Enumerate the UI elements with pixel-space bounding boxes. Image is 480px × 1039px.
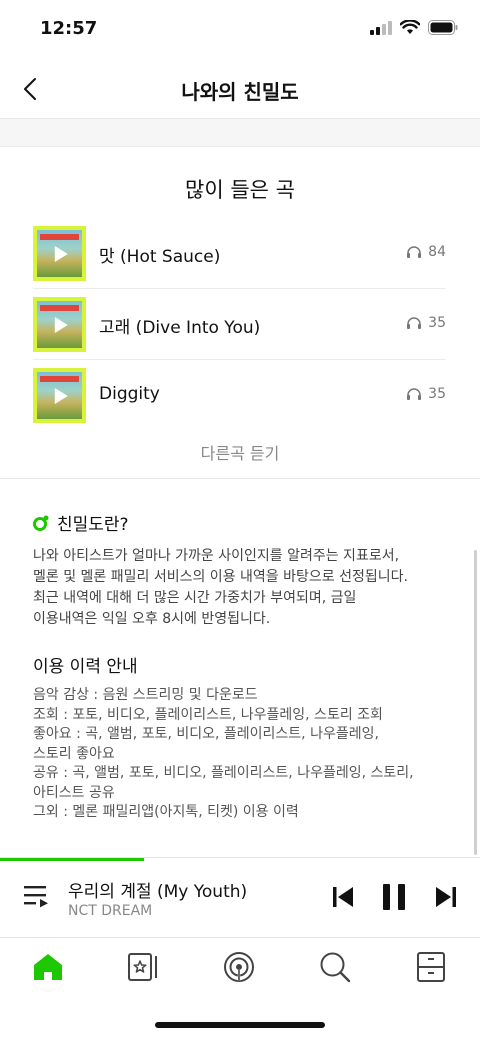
tab-drawer[interactable] [414, 950, 448, 984]
album-art[interactable] [33, 226, 86, 281]
status-bar: 12:57 [0, 0, 480, 60]
play-icon [54, 387, 68, 404]
play-count-value: 35 [428, 315, 446, 331]
nav-header: 나와의 친밀도 [0, 60, 480, 119]
album-art[interactable] [33, 368, 86, 423]
info-line: 멜론 및 멜론 패밀리 서비스의 이용 내역을 바탕으로 선정됩니다. [33, 569, 408, 585]
scrollbar[interactable] [474, 550, 477, 855]
divider [0, 478, 480, 479]
history-line: 조회 : 포토, 비디오, 플레이리스트, 나우플레잉, 스토리 조회 [33, 706, 383, 723]
now-playing-title[interactable]: 우리의 계절 (My Youth) [68, 877, 247, 902]
history-line: 그외 : 멜론 패밀리앱(아지톡, 티켓) 이용 이력 [33, 804, 299, 820]
home-indicator [155, 1022, 325, 1028]
more-songs-link[interactable]: 다른곡 듣기 [0, 440, 480, 464]
play-count: 35 [406, 315, 446, 331]
cellular-signal-icon [370, 20, 392, 35]
playlist-icon [24, 886, 48, 908]
play-count-value: 35 [428, 386, 446, 402]
usage-history-title: 이용 이력 안내 [33, 657, 138, 677]
song-title[interactable]: 고래 (Dive Into You) [99, 313, 260, 338]
play-count: 35 [406, 386, 446, 402]
intimacy-info-title-text: 친밀도란? [57, 515, 129, 535]
tab-podcast[interactable] [222, 950, 256, 984]
player-progress-bar[interactable] [0, 858, 144, 861]
now-playing-artist[interactable]: NCT DREAM [68, 903, 152, 919]
headphones-icon [407, 317, 422, 329]
play-count: 84 [406, 244, 446, 260]
song-title[interactable]: 맛 (Hot Sauce) [99, 242, 220, 267]
song-row[interactable]: 맛 (Hot Sauce) 84 [33, 218, 446, 289]
song-title[interactable]: Diggity [99, 384, 160, 404]
pause-icon [383, 884, 405, 910]
history-line: 음악 감상 : 음원 스트리밍 및 다운로드 [33, 687, 258, 703]
status-icons [370, 20, 458, 35]
intimacy-info-title: 친밀도란? [33, 510, 129, 535]
play-count-value: 84 [428, 244, 446, 260]
headphones-icon [407, 246, 422, 258]
album-art[interactable] [33, 297, 86, 352]
history-line: 아티스트 공유 [33, 784, 115, 801]
tab-bar [0, 937, 480, 998]
podcast-icon [224, 952, 254, 982]
song-row[interactable]: Diggity 35 [33, 360, 446, 430]
tab-home[interactable] [31, 950, 65, 984]
tab-library[interactable] [126, 950, 160, 984]
skip-next-icon [436, 887, 456, 907]
status-time: 12:57 [40, 18, 98, 39]
usage-history-list: 음악 감상 : 음원 스트리밍 및 다운로드 조회 : 포토, 비디오, 플레이… [33, 686, 448, 823]
tab-search[interactable] [318, 950, 352, 984]
info-line: 최근 내역에 대해 더 많은 시간 가중치가 부여되며, 금일 [33, 590, 357, 606]
intimacy-info-text: 나와 아티스트가 얼마나 가까운 사이인지를 알려주는 지표로서, 멜론 및 멜… [33, 546, 448, 630]
play-icon [54, 245, 68, 262]
info-line: 이용내역은 익일 오후 8시에 반영됩니다. [33, 611, 271, 627]
skip-previous-icon [333, 887, 353, 907]
section-separator [0, 119, 480, 147]
home-icon [34, 954, 62, 980]
song-list: 맛 (Hot Sauce) 84 고래 (Dive Into You) 35 D… [33, 218, 446, 430]
search-icon [320, 952, 351, 983]
previous-button[interactable] [332, 886, 354, 912]
library-icon [128, 953, 157, 981]
history-line: 공유 : 곡, 앨범, 포토, 비디오, 플레이리스트, 나우플레잉, 스토리, [33, 765, 414, 781]
drawer-icon [417, 952, 445, 982]
page-title: 나와의 친밀도 [181, 80, 299, 104]
battery-icon [428, 20, 458, 35]
intimacy-icon [33, 515, 49, 531]
most-played-title: 많이 들은 곡 [185, 178, 295, 202]
next-button[interactable] [435, 886, 457, 912]
wifi-icon [400, 20, 420, 34]
song-row[interactable]: 고래 (Dive Into You) 35 [33, 289, 446, 360]
info-line: 나와 아티스트가 얼마나 가까운 사이인지를 알려주는 지표로서, [33, 548, 400, 564]
history-line: 스토리 좋아요 [33, 745, 115, 762]
play-icon [54, 316, 68, 333]
headphones-icon [407, 388, 422, 400]
playlist-button[interactable] [24, 884, 50, 912]
history-line: 좋아요 : 곡, 앨범, 포토, 비디오, 플레이리스트, 나우플레잉, [33, 726, 379, 742]
mini-player[interactable]: 우리의 계절 (My Youth) NCT DREAM [0, 857, 480, 938]
pause-button[interactable] [383, 884, 405, 914]
